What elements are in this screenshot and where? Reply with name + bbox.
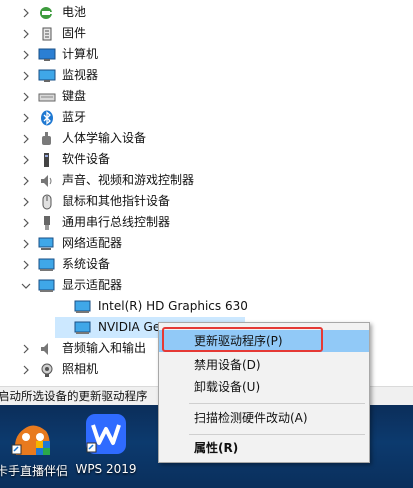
tree-item-label: 计算机	[62, 47, 99, 61]
chevron-right-icon[interactable]	[21, 197, 31, 207]
tree-item-display-adapters[interactable]: 显示适配器	[0, 275, 122, 296]
tree-item-monitor[interactable]: 监视器	[0, 65, 98, 86]
monitor-icon	[38, 68, 56, 84]
tree-item-mouse[interactable]: 鼠标和其他指针设备	[0, 191, 170, 212]
tree-item-label: 系统设备	[62, 257, 111, 271]
tree-item-audio-io[interactable]: 音频输入和输出	[0, 338, 146, 359]
tree-item-label: 固件	[62, 26, 87, 40]
keyboard-icon	[38, 89, 56, 105]
menu-item-disable-device[interactable]: 禁用设备(D)	[159, 354, 369, 376]
wps-icon	[85, 413, 127, 458]
tree-item-label: 鼠标和其他指针设备	[62, 194, 171, 208]
menu-item-properties[interactable]: 属性(R)	[159, 437, 369, 459]
tree-item-keyboard[interactable]: 键盘	[0, 86, 86, 107]
chevron-right-icon[interactable]	[21, 176, 31, 186]
system-device-icon	[38, 257, 56, 273]
chevron-right-icon[interactable]	[21, 155, 31, 165]
tree-item-bluetooth[interactable]: 蓝牙	[0, 107, 86, 128]
menu-item-uninstall-device[interactable]: 卸载设备(U)	[159, 376, 369, 398]
chevron-right-icon[interactable]	[21, 92, 31, 102]
tree-item-system-device[interactable]: 系统设备	[0, 254, 110, 275]
tree-item-label: 软件设备	[62, 152, 111, 166]
tree-item-label: Intel(R) HD Graphics 630	[98, 299, 248, 313]
usb-icon	[38, 215, 56, 231]
desktop-icon-label: 卡手直播伴侣	[0, 464, 68, 478]
highlight-annotation-box	[162, 327, 323, 352]
chevron-right-icon[interactable]	[21, 134, 31, 144]
tree-item-firmware[interactable]: 固件	[0, 23, 86, 44]
computer-icon	[38, 47, 56, 63]
tree-item-label: 监视器	[62, 68, 99, 82]
tree-item-hid[interactable]: 人体学输入设备	[0, 128, 146, 149]
menu-separator	[189, 434, 365, 435]
software-device-icon	[38, 152, 56, 168]
mouse-icon	[38, 194, 56, 210]
tree-item-usb[interactable]: 通用串行总线控制器	[0, 212, 170, 233]
audio-io-icon	[38, 341, 56, 357]
chevron-right-icon[interactable]	[21, 365, 31, 375]
display-adapter-icon	[38, 278, 56, 294]
menu-separator	[189, 403, 365, 404]
live-companion-icon	[10, 415, 54, 460]
tree-item-label: 网络适配器	[62, 236, 123, 250]
tree-item-software-device[interactable]: 软件设备	[0, 149, 110, 170]
chevron-right-icon[interactable]	[21, 113, 31, 123]
tree-item-label: 通用串行总线控制器	[62, 215, 171, 229]
display-adapter-icon	[74, 320, 92, 336]
chevron-right-icon[interactable]	[21, 260, 31, 270]
chevron-right-icon[interactable]	[21, 344, 31, 354]
tree-item-label: 蓝牙	[62, 110, 87, 124]
camera-icon	[38, 362, 56, 378]
tree-item-label: 音频输入和输出	[62, 341, 147, 355]
tree-item-network-adapter[interactable]: 网络适配器	[0, 233, 122, 254]
tree-item-label: 人体学输入设备	[62, 131, 147, 145]
chevron-right-icon[interactable]	[21, 8, 31, 18]
tree-item-label: 电池	[62, 5, 87, 19]
hid-icon	[38, 131, 56, 147]
bluetooth-icon	[38, 110, 56, 126]
display-adapter-icon	[74, 299, 92, 315]
status-text: 启动所选设备的更新驱动程序	[0, 389, 148, 403]
chevron-right-icon[interactable]	[21, 50, 31, 60]
tree-item-label: 照相机	[62, 362, 99, 376]
chevron-right-icon[interactable]	[21, 239, 31, 249]
tree-item-sound-video-game[interactable]: 声音、视频和游戏控制器	[0, 170, 194, 191]
chevron-down-icon[interactable]	[21, 281, 31, 291]
chevron-right-icon[interactable]	[21, 71, 31, 81]
desktop-icon-label: WPS 2019	[75, 462, 137, 476]
tree-item-label: 键盘	[62, 89, 87, 103]
speaker-icon	[38, 173, 56, 189]
tree-item-computer[interactable]: 计算机	[0, 44, 98, 65]
tree-item-camera[interactable]: 照相机	[0, 359, 98, 380]
network-adapter-icon	[38, 236, 56, 252]
tree-item-label: 显示适配器	[62, 278, 123, 292]
chevron-right-icon[interactable]	[21, 29, 31, 39]
firmware-icon	[38, 26, 56, 42]
menu-item-scan-hardware[interactable]: 扫描检测硬件改动(A)	[159, 407, 369, 429]
tree-item-battery[interactable]: 电池	[0, 2, 86, 23]
tree-item-label: 声音、视频和游戏控制器	[62, 173, 195, 187]
chevron-right-icon[interactable]	[21, 218, 31, 228]
tree-item-intel-graphics[interactable]: Intel(R) HD Graphics 630	[36, 296, 248, 317]
battery-icon	[38, 5, 56, 21]
